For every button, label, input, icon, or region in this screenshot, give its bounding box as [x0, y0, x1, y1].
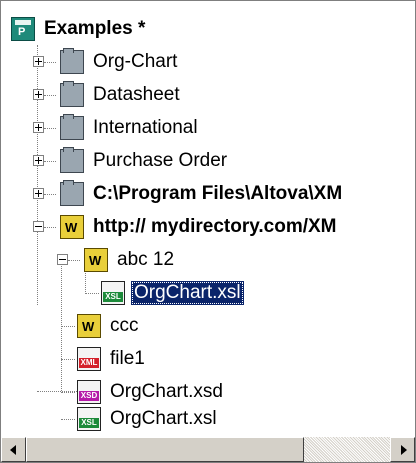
file-tag: XSL	[79, 418, 99, 428]
folder-label: Org-Chart	[93, 51, 178, 72]
expand-plus-icon[interactable]	[33, 188, 44, 199]
web-folder-label: http:// mydirectory.com/XM	[93, 216, 337, 237]
horizontal-scrollbar[interactable]	[1, 437, 415, 462]
project-tree: Examples * Org-Chart Datasheet Internati…	[1, 1, 415, 437]
tree-line	[61, 359, 75, 360]
project-icon	[11, 17, 35, 41]
collapse-minus-icon[interactable]	[33, 221, 44, 232]
web-folder-icon	[84, 248, 108, 272]
root-label: Examples *	[44, 18, 146, 39]
tree-file-orgchart-xsl-selected[interactable]: XSL OrgChart.xsl	[85, 276, 244, 310]
item-label: ccc	[110, 315, 139, 336]
tree-folder-program-files[interactable]: C:\Program Files\Altova\XM	[31, 177, 345, 211]
file-tag: XML	[79, 358, 99, 368]
file-tag: XSL	[103, 292, 123, 302]
subfolder-label: abc 12	[117, 249, 175, 270]
collapse-minus-icon[interactable]	[57, 254, 68, 265]
tree-line	[85, 293, 99, 294]
scroll-thumb[interactable]	[26, 437, 304, 462]
tree-file-file1[interactable]: XML file1	[61, 342, 148, 376]
tree-folder-international[interactable]: International	[31, 111, 201, 145]
tree-line	[44, 161, 56, 162]
expand-plus-icon[interactable]	[33, 122, 44, 133]
expand-plus-icon[interactable]	[33, 89, 44, 100]
tree-line	[44, 227, 56, 228]
expand-plus-icon[interactable]	[33, 56, 44, 67]
tree-line	[68, 260, 80, 261]
tree-line	[44, 95, 56, 96]
arrow-left-icon	[10, 445, 16, 455]
web-folder-icon	[77, 314, 101, 338]
file-tag: XSD	[79, 391, 99, 401]
folder-label: International	[93, 117, 198, 138]
tree-root-examples[interactable]: Examples *	[11, 12, 148, 46]
tree-line	[61, 392, 75, 393]
expand-plus-icon[interactable]	[33, 155, 44, 166]
tree-folder-purchase-order[interactable]: Purchase Order	[31, 144, 230, 178]
folder-icon	[60, 48, 84, 74]
tree-line	[61, 326, 75, 327]
tree-folder-datasheet[interactable]: Datasheet	[31, 78, 183, 112]
web-folder-icon	[60, 215, 84, 239]
file-label: OrgChart.xsl	[131, 281, 244, 305]
tree-line	[44, 128, 56, 129]
folder-label: C:\Program Files\Altova\XM	[93, 183, 343, 204]
scroll-right-button[interactable]	[390, 437, 415, 462]
tree-line	[44, 194, 56, 195]
tree-line	[61, 419, 75, 420]
folder-icon	[60, 180, 84, 206]
xsl-file-icon: XSL	[77, 407, 101, 431]
item-label: OrgChart.xsl	[110, 408, 217, 429]
folder-icon	[60, 81, 84, 107]
tree-subfolder-abc12[interactable]: abc 12	[55, 243, 177, 277]
item-label: file1	[110, 348, 145, 369]
folder-label: Purchase Order	[93, 150, 228, 171]
folder-icon	[60, 147, 84, 173]
project-panel: Examples * Org-Chart Datasheet Internati…	[0, 0, 416, 463]
xsd-file-icon: XSD	[77, 380, 101, 404]
scroll-left-button[interactable]	[1, 437, 26, 462]
tree-line	[44, 62, 56, 63]
folder-label: Datasheet	[93, 84, 180, 105]
tree-web-folder[interactable]: http:// mydirectory.com/XM	[31, 210, 340, 244]
tree-folder-org-chart[interactable]: Org-Chart	[31, 45, 180, 79]
arrow-right-icon	[401, 445, 407, 455]
folder-icon	[60, 114, 84, 140]
xml-file-icon: XML	[77, 347, 101, 371]
item-label: OrgChart.xsd	[110, 381, 223, 402]
tree-line	[61, 261, 62, 393]
tree-folder-ccc[interactable]: ccc	[61, 309, 142, 343]
tree-file-orgchart-xsl[interactable]: XSL OrgChart.xsl	[61, 404, 220, 434]
xsl-file-icon: XSL	[101, 281, 125, 305]
